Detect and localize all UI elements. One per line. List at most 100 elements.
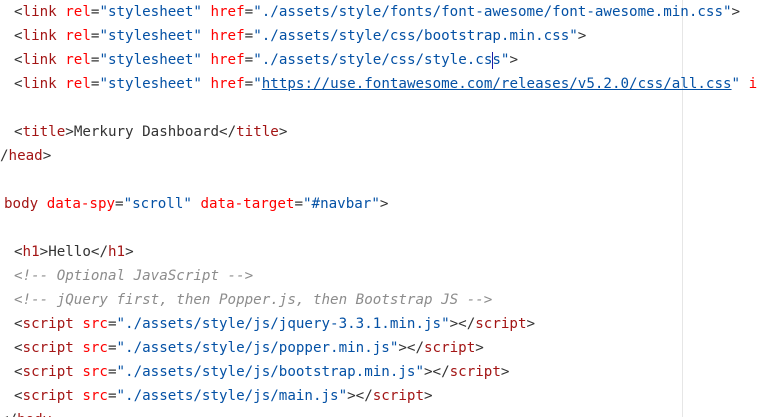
code-token-attr: href (201, 4, 245, 20)
code-token-punct: < (14, 76, 23, 92)
code-token-comment: <!-- jQuery first, then Popper.js, then … (14, 292, 493, 308)
code-token-attr: href (201, 52, 245, 68)
code-line-16[interactable]: <script src="./assets/style/js/bootstrap… (14, 360, 509, 384)
code-token-attr: rel (56, 76, 91, 92)
code-token-tag: link (22, 4, 57, 20)
code-token-punct: = (244, 28, 254, 44)
code-token-punct: = (107, 340, 117, 356)
code-token-tag: title (236, 124, 279, 140)
code-token-attr: rel (56, 4, 91, 20)
vertical-ruler-guide (682, 0, 683, 417)
code-token-punct: / (0, 148, 9, 164)
code-token-punct: < (14, 52, 23, 68)
code-token-punct: > (278, 124, 288, 140)
code-token-tag: head (8, 148, 43, 164)
code-token-punct: > (39, 244, 49, 260)
code-token-punct: > (379, 196, 389, 212)
code-token-punct: = (294, 196, 303, 212)
code-token-tag: link (22, 52, 57, 68)
code-token-punct: ></ (347, 388, 373, 404)
code-token-punct: < (14, 316, 23, 332)
code-line-14[interactable]: <script src="./assets/style/js/jquery-3.… (14, 312, 535, 336)
code-token-punct: < (14, 244, 23, 260)
code-token-attr: rel (56, 28, 91, 44)
code-token-attr: data-spy (38, 196, 116, 212)
code-token-attr: href (201, 28, 245, 44)
code-line-4[interactable]: <link rel="stylesheet" href="https://use… (14, 72, 757, 96)
code-token-attr: src (73, 340, 108, 356)
code-token-punct: ></ (398, 340, 425, 356)
code-token-str: "./assets/style/js/jquery-3.3.1.min.js" (116, 316, 450, 332)
code-line-15[interactable]: <script src="./assets/style/js/popper.mi… (14, 336, 484, 360)
code-token-punct: > (125, 244, 134, 260)
code-token-tag: title (22, 124, 66, 140)
code-token-attr: i (740, 76, 758, 92)
code-token-str: "./assets/style/js/popper.min.js" (116, 340, 399, 356)
code-token-punct: < (14, 364, 23, 380)
code-token-punct: > (42, 148, 52, 164)
code-token-str: "./assets/style/fonts/font-awesome/font-… (253, 4, 732, 20)
code-token-tag: link (22, 28, 57, 44)
code-token-punct: = (244, 4, 254, 20)
code-line-12[interactable]: <!-- Optional JavaScript --> (14, 264, 253, 288)
code-token-punct: > (424, 388, 433, 404)
code-token-punct: = (115, 196, 124, 212)
code-token-comment: <!-- Optional JavaScript --> (14, 268, 254, 284)
code-token-punct: > (731, 4, 741, 20)
code-line-1[interactable]: <link rel="stylesheet" href="./assets/st… (14, 0, 740, 24)
code-line-11[interactable]: <h1>Hello</h1> (14, 240, 134, 264)
code-token-tag: script (449, 364, 501, 380)
code-editor[interactable]: <link rel="stylesheet" href="./assets/st… (0, 0, 772, 417)
code-token-attr: src (73, 388, 108, 404)
code-token-tag: script (475, 316, 527, 332)
code-line-17[interactable]: <script src="./assets/style/js/main.js">… (14, 384, 433, 408)
code-token-tag: link (22, 76, 57, 92)
code-token-str: "scroll" (123, 196, 192, 212)
code-token-punct: > (509, 52, 519, 68)
code-line-2[interactable]: <link rel="stylesheet" href="./assets/st… (14, 24, 586, 48)
code-line-7[interactable]: /head> (0, 144, 51, 168)
code-token-punct: > (475, 340, 484, 356)
code-token-punct: </ (90, 244, 108, 260)
code-token-punct: ></ (449, 316, 476, 332)
code-token-attr: data-target (191, 196, 295, 212)
code-token-str: s" (492, 52, 510, 68)
code-token-punct: < (14, 340, 23, 356)
code-token-str: "stylesheet" (99, 4, 202, 20)
code-token-attr: src (73, 364, 108, 380)
code-line-13[interactable]: <!-- jQuery first, then Popper.js, then … (14, 288, 492, 312)
code-token-str: "./assets/style/css/style.cs (253, 52, 493, 68)
code-token-punct: = (107, 388, 117, 404)
code-token-punct: < (14, 124, 23, 140)
code-token-punct: = (107, 316, 117, 332)
code-token-tag: script (22, 340, 74, 356)
code-token-attr: href (201, 76, 245, 92)
code-line-6[interactable]: <title>Merkury Dashboard</title> (14, 120, 287, 144)
code-token-str: "./assets/style/css/bootstrap.min.css" (253, 28, 578, 44)
code-line-18[interactable]: </body (0, 408, 51, 417)
code-token-tag: script (372, 388, 425, 404)
code-token-punct: > (65, 124, 74, 140)
code-token-attr: rel (56, 52, 91, 68)
code-token-tag: script (22, 316, 74, 332)
code-token-punct: > (577, 28, 587, 44)
code-token-punct: < (14, 28, 23, 44)
code-token-str: "stylesheet" (99, 76, 202, 92)
code-token-punct: </ (219, 124, 237, 140)
code-token-text: Hello (48, 244, 91, 260)
code-token-tag: body (17, 412, 51, 417)
code-token-str: "stylesheet" (99, 52, 202, 68)
code-token-punct: = (244, 76, 254, 92)
code-token-punct: ></ (424, 364, 450, 380)
code-token-tag: script (424, 340, 476, 356)
code-token-tag: h1 (22, 244, 40, 260)
code-token-str: " (253, 76, 262, 92)
code-line-9[interactable]: body data-spy="scroll" data-target="#nav… (4, 192, 388, 216)
code-token-str: "stylesheet" (99, 28, 202, 44)
code-token-punct: </ (0, 412, 17, 417)
code-token-tag: script (22, 364, 74, 380)
code-token-link[interactable]: https://use.fontawesome.com/releases/v5.… (262, 76, 732, 92)
code-token-punct: < (14, 4, 23, 20)
code-line-3[interactable]: <link rel="stylesheet" href="./assets/st… (14, 48, 518, 72)
code-token-punct: = (244, 52, 254, 68)
